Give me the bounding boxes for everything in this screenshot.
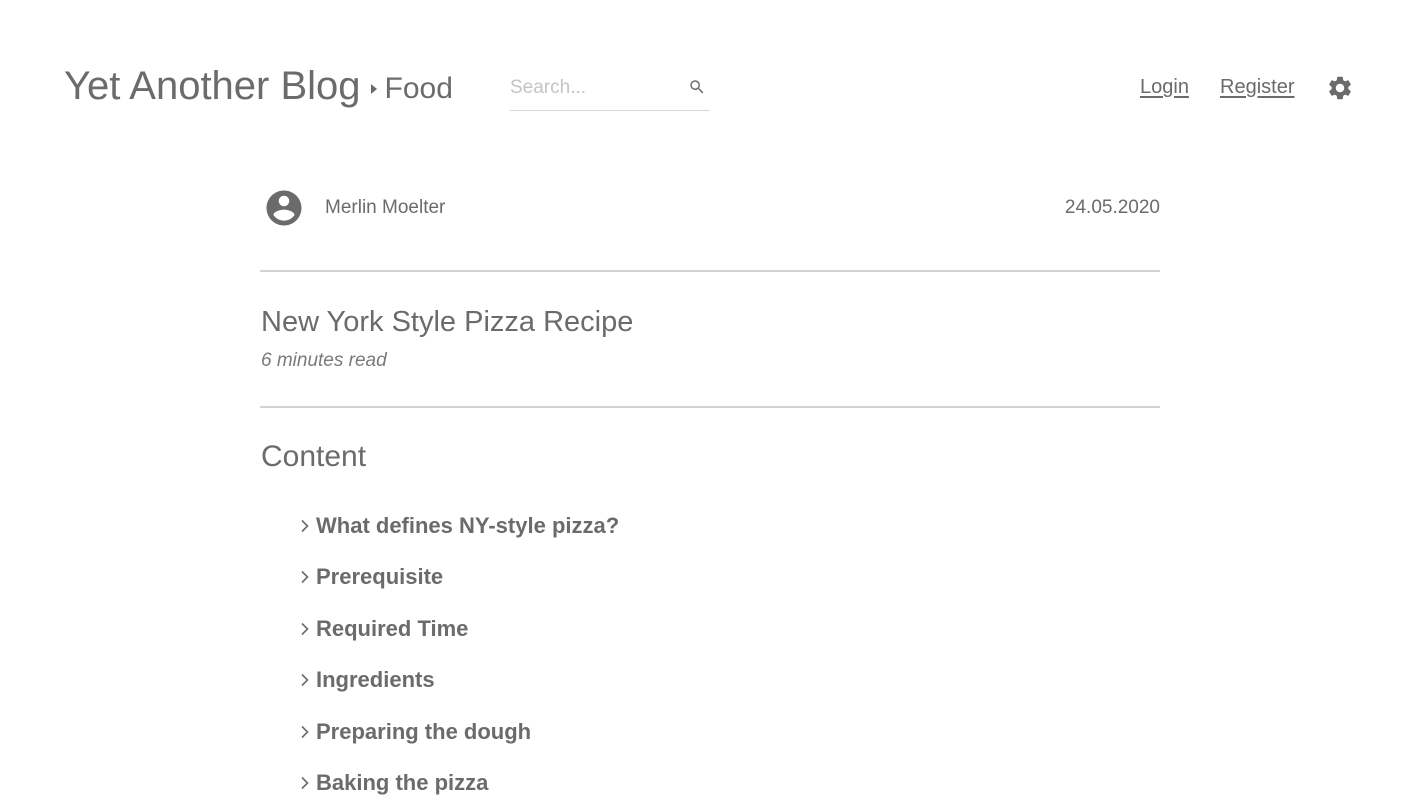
chevron-right-icon: [300, 622, 310, 636]
toc-item-label[interactable]: Required Time: [316, 616, 468, 642]
author-name[interactable]: Merlin Moelter: [325, 197, 445, 219]
table-of-contents: What defines NY-style pizza? Prerequisit…: [300, 500, 619, 809]
toc-heading: Content: [261, 440, 366, 474]
chevron-right-icon: [300, 570, 310, 584]
category-label[interactable]: Food: [385, 72, 453, 106]
toc-item-label[interactable]: Prerequisite: [316, 564, 443, 590]
chevron-right-icon: [300, 725, 310, 739]
register-link[interactable]: Register: [1220, 76, 1294, 99]
site-title[interactable]: Yet Another Blog: [64, 64, 361, 109]
toc-item[interactable]: Preparing the dough: [300, 706, 619, 758]
toc-item-label[interactable]: What defines NY-style pizza?: [316, 513, 619, 539]
toc-item[interactable]: What defines NY-style pizza?: [300, 500, 619, 552]
toc-item[interactable]: Ingredients: [300, 655, 619, 707]
title-section: New York Style Pizza Recipe 6 minutes re…: [260, 272, 1160, 408]
search-input[interactable]: [510, 77, 680, 103]
site-header: Yet Another Blog Food Login Register: [0, 0, 1422, 160]
login-link[interactable]: Login: [1140, 76, 1189, 99]
chevron-right-icon: [300, 673, 310, 687]
toc-item-label[interactable]: Preparing the dough: [316, 719, 531, 745]
chevron-right-icon: [300, 776, 310, 790]
search-icon[interactable]: [688, 78, 706, 96]
article: Merlin Moelter 24.05.2020 New York Style…: [260, 160, 1160, 408]
toc-item-label[interactable]: Ingredients: [316, 667, 435, 693]
gear-icon[interactable]: [1326, 74, 1354, 102]
toc-item[interactable]: Baking the pizza: [300, 758, 619, 809]
post-date: 24.05.2020: [1065, 197, 1160, 219]
search-bar: [510, 70, 710, 111]
read-time: 6 minutes read: [261, 350, 387, 372]
author-row: Merlin Moelter 24.05.2020: [260, 160, 1160, 272]
caret-right-icon: [371, 84, 377, 94]
account-circle-icon[interactable]: [263, 187, 305, 229]
toc-item-label[interactable]: Baking the pizza: [316, 770, 488, 796]
breadcrumb: Yet Another Blog Food: [64, 64, 453, 109]
chevron-right-icon: [300, 519, 310, 533]
toc-item[interactable]: Required Time: [300, 603, 619, 655]
post-title: New York Style Pizza Recipe: [261, 306, 633, 339]
toc-item[interactable]: Prerequisite: [300, 552, 619, 604]
